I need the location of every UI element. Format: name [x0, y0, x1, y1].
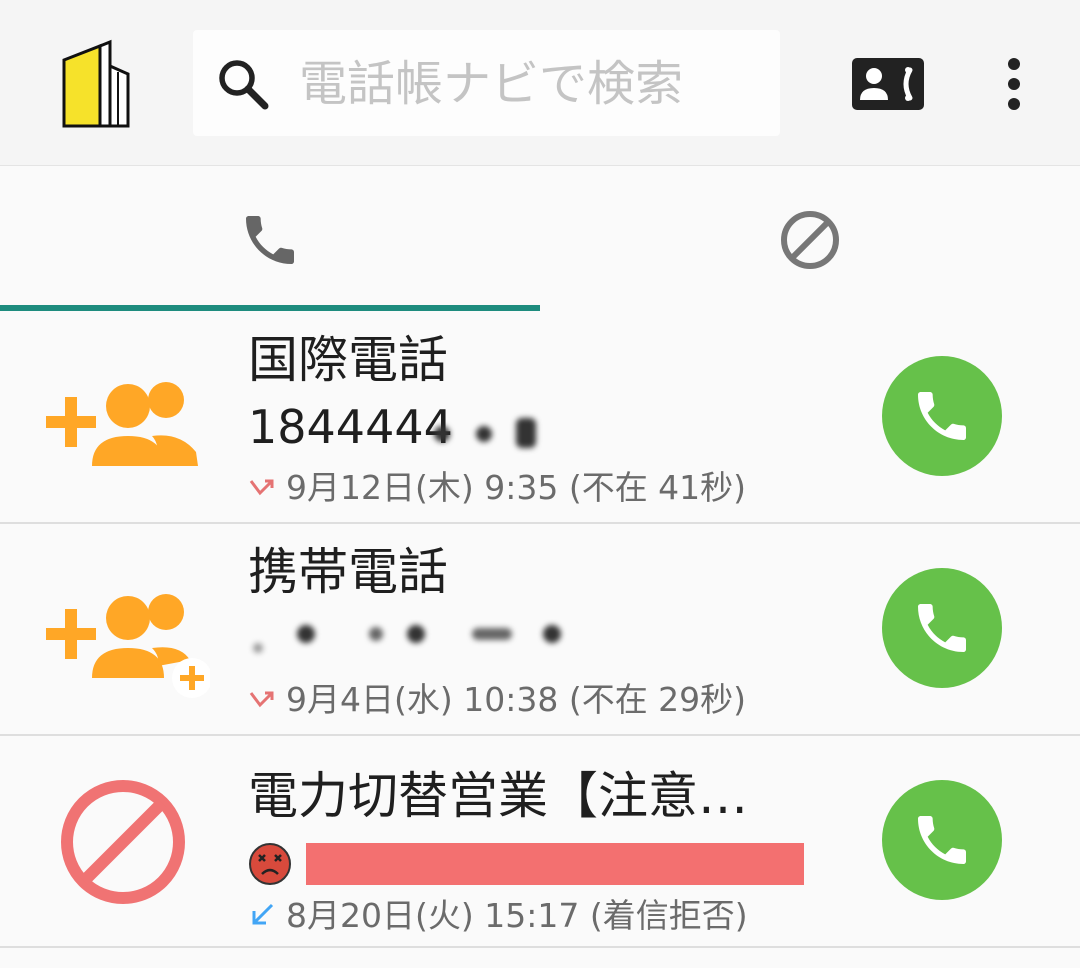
building-logo-icon[interactable] — [60, 38, 132, 128]
missed-call-icon — [249, 479, 274, 496]
call-meta: 9月12日(木) 9:35 (不在 41秒) — [248, 468, 746, 508]
call-time: 8月20日(火) 15:17 (着信拒否) — [286, 896, 748, 935]
redacted-number — [246, 614, 576, 668]
call-meta: 9月4日(水) 10:38 (不在 29秒) — [248, 680, 746, 720]
contact-phone-icon[interactable] — [852, 58, 924, 110]
block-icon[interactable] — [40, 756, 210, 926]
call-time: 9月4日(水) 10:38 (不在 29秒) — [286, 680, 747, 719]
call-button[interactable] — [882, 356, 1002, 476]
call-log-item[interactable]: 電力切替営業【注意… 8月20日(火) 15:17 (着信拒否) — [0, 736, 1080, 948]
contact-name: 国際電話 — [248, 331, 448, 389]
phone-number: 1844444 — [248, 400, 453, 454]
block-icon[interactable] — [778, 208, 842, 272]
search-input[interactable]: 電話帳ナビで検索 — [299, 56, 683, 112]
phone-icon — [246, 216, 294, 264]
phone-icon — [918, 604, 966, 652]
app-bar: 電話帳ナビで検索 — [0, 0, 1080, 166]
call-button[interactable] — [882, 568, 1002, 688]
call-meta: 8月20日(火) 15:17 (着信拒否) — [248, 896, 748, 936]
add-group-icon[interactable] — [40, 354, 210, 524]
call-time: 9月12日(木) 9:35 (不在 41秒) — [286, 468, 747, 507]
phone-icon — [918, 392, 966, 440]
tab-call-history[interactable] — [0, 166, 540, 311]
add-group-icon[interactable] — [40, 566, 210, 736]
search-bar[interactable]: 電話帳ナビで検索 — [193, 30, 780, 136]
redacted-number — [428, 412, 552, 456]
incoming-call-icon — [252, 903, 274, 925]
call-button[interactable] — [882, 780, 1002, 900]
redacted-bar — [306, 843, 804, 885]
contact-name: 電力切替営業【注意… — [248, 767, 748, 825]
call-log-item[interactable]: 携帯電話 9月4日(水) 10:38 (不在 29秒) — [0, 524, 1080, 736]
phone-icon — [918, 816, 966, 864]
missed-call-icon — [249, 691, 274, 708]
more-vert-icon[interactable] — [994, 54, 1034, 114]
search-icon — [219, 60, 269, 110]
call-log-item[interactable]: 国際電話 1844444 9月12日(木) 9:35 (不在 41秒) — [0, 312, 1080, 524]
tab-indicator — [0, 305, 540, 311]
contact-name: 携帯電話 — [248, 543, 448, 601]
dizzy-face-icon — [249, 843, 291, 885]
tab-bar — [0, 166, 1080, 311]
